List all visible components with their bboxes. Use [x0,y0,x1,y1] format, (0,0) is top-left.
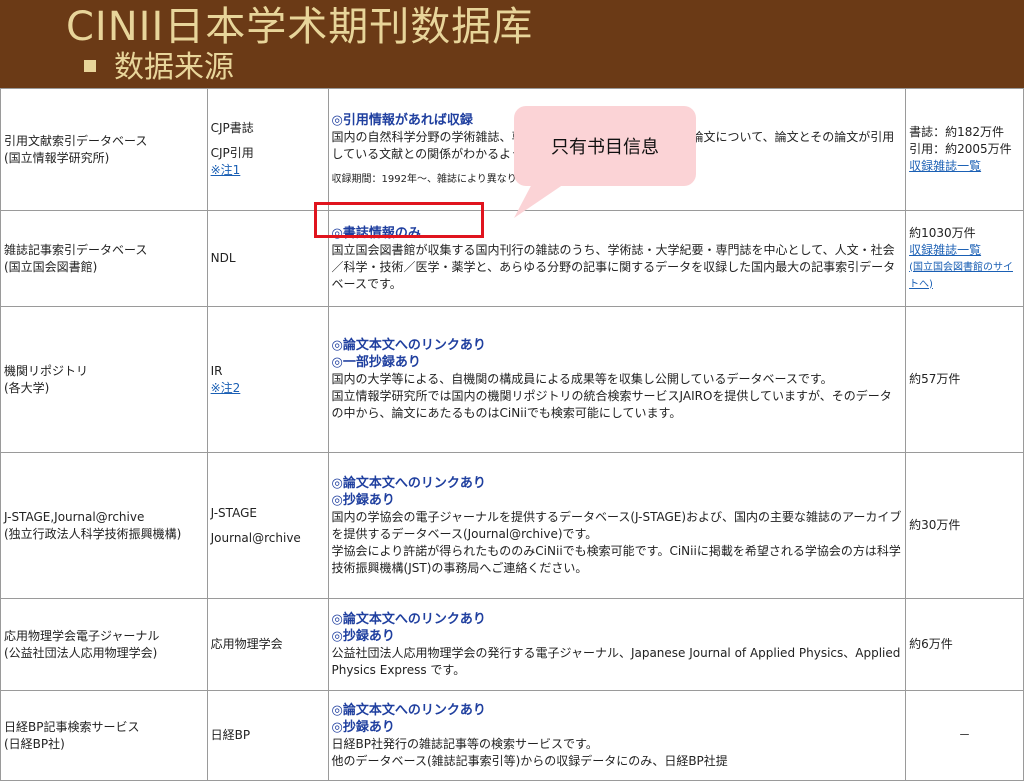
headline: ◎論文本文へのリンクあり [331,475,486,491]
slide-header: CINII日本学术期刊数据库 数据来源 [0,0,1024,88]
table-row: 機関リポジトリ (各大学) IR ※注2 ◎論文本文へのリンクあり ◎一部抄録あり 国内… [0,306,1024,453]
db-name-cell: 機関リポジトリ (各大学) [0,306,208,453]
slide-subtitle: 数据来源 [84,50,234,86]
source-cell: CJP書誌 CJP引用 ※注1 [206,88,329,211]
highlight-box [314,202,484,238]
table-row: 雑誌記事索引データベース (国立国会図書館) NDL ◎書誌情報のみ 国立国会図書館… [0,210,1024,307]
db-name-cell: 引用文献索引データベース (国立情報学研究所) [0,88,208,211]
headline: ◎論文本文へのリンクあり [331,611,486,627]
subtitle-text: 数据来源 [114,50,234,85]
table-row: J-STAGE,Journal@rchive (独立行政法人科学技術振興機構) J… [0,452,1024,599]
count-cell: 約30万件 [905,452,1024,599]
count-cell: 約57万件 [905,306,1024,453]
count-cell: 約6万件 [905,598,1024,691]
source-cell: IR ※注2 [206,306,329,453]
journal-list-link[interactable]: 収録雑誌一覧 [909,158,1020,175]
table-row: 応用物理学会電子ジャーナル (公益社団法人応用物理学会) 応用物理学会 ◎論文本文… [0,598,1024,691]
slide-title: CINII日本学术期刊数据库 [66,4,534,50]
count-cell: － [905,690,1024,781]
db-name-cell: 日経BP記事検索サービス (日経BP社) [0,690,208,781]
callout-bubble: 只有书目信息 [514,106,696,186]
headline: ◎抄録あり [331,628,395,644]
db-name-cell: 応用物理学会電子ジャーナル (公益社団法人応用物理学会) [0,598,208,691]
description-cell: ◎論文本文へのリンクあり ◎抄録あり 日経BP社発行の雑誌記事等の検索サービスです。… [327,690,907,781]
note-link[interactable]: ※注1 [211,162,325,179]
source-cell: J-STAGE Journal@rchive [206,452,329,599]
table-row: 日経BP記事検索サービス (日経BP社) 日経BP ◎論文本文へのリンクあり ◎抄録… [0,690,1024,781]
count-cell: 約1030万件 収録雑誌一覧 (国立国会図書館のサイトへ) [905,210,1024,307]
headline: ◎一部抄録あり [331,355,421,370]
source-cell: NDL [206,210,329,307]
source-cell: 応用物理学会 [206,598,329,691]
description-cell: ◎論文本文へのリンクあり ◎抄録あり 公益社団法人応用物理学会の発行する電子ジャーナ… [327,598,907,691]
bullet-square-icon [84,59,96,72]
journal-list-link[interactable]: 収録雑誌一覧 [909,242,1020,259]
ndl-site-link[interactable]: (国立国会図書館のサイトへ) [909,259,1020,293]
description-cell: ◎論文本文へのリンクあり ◎抄録あり 国内の学協会の電子ジャーナルを提供するデータベ… [327,452,907,599]
description-cell: ◎論文本文へのリンクあり ◎一部抄録あり 国内の大学等による、自機関の構成員による成… [327,306,907,453]
source-cell: 日経BP [206,690,329,781]
count-cell: 書誌：約182万件 引用：約2005万件 収録雑誌一覧 [905,88,1024,211]
headline: ◎論文本文へのリンクあり [331,702,486,718]
headline: ◎抄録あり [331,719,395,735]
headline: ◎抄録あり [331,492,395,508]
note-link[interactable]: ※注2 [211,380,325,397]
db-name-cell: 雑誌記事索引データベース (国立国会図書館) [0,210,208,307]
callout-tail [514,180,570,218]
callout-text: 只有书目信息 [551,137,659,158]
db-name-cell: J-STAGE,Journal@rchive (独立行政法人科学技術振興機構) [0,452,208,599]
headline: ◎論文本文へのリンクあり [331,338,486,353]
